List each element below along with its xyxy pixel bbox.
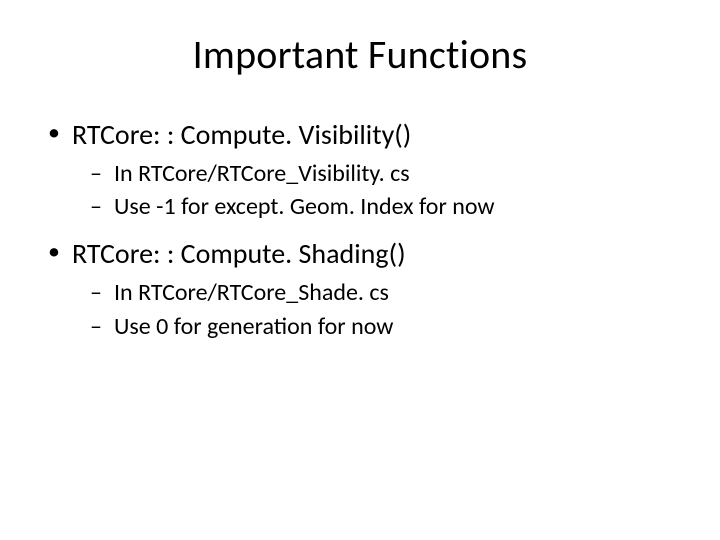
slide-title: Important Functions [40,30,680,79]
list-item: RTCore: : Compute. Shading() In RTCore/R… [44,236,680,341]
sub-list-item: Use 0 for generation for now [90,311,680,342]
sub-list-item: Use -1 for except. Geom. Index for now [90,191,680,222]
sub-list-item: In RTCore/RTCore_Shade. cs [90,277,680,308]
list-item-text: RTCore: : Compute. Shading() [72,236,406,271]
sub-list-item: In RTCore/RTCore_Visibility. cs [90,158,680,189]
slide: Important Functions RTCore: : Compute. V… [0,0,720,540]
bullet-list: RTCore: : Compute. Visibility() In RTCor… [44,117,680,342]
sub-list: In RTCore/RTCore_Shade. cs Use 0 for gen… [90,277,680,341]
sub-list: In RTCore/RTCore_Visibility. cs Use -1 f… [90,158,680,222]
list-item: RTCore: : Compute. Visibility() In RTCor… [44,117,680,222]
list-item-text: RTCore: : Compute. Visibility() [72,117,411,152]
